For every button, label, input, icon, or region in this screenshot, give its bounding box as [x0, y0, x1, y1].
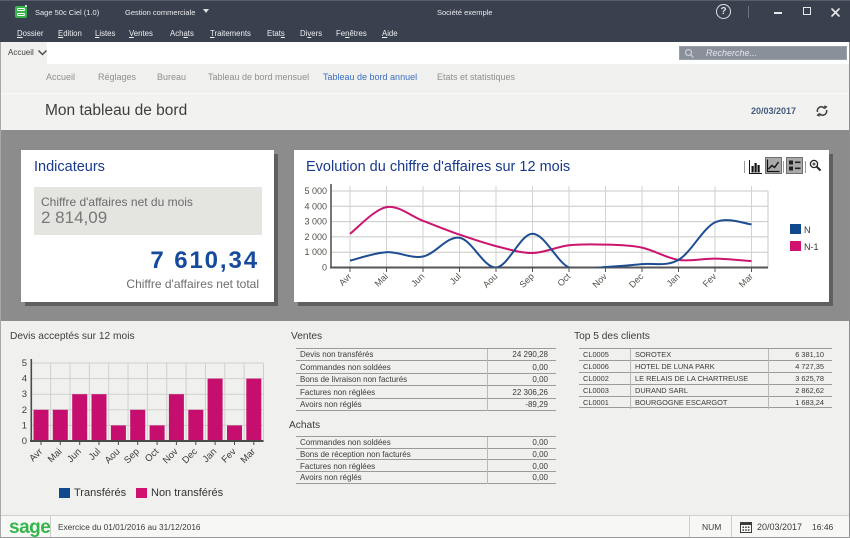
svg-text:4 000: 4 000: [304, 201, 327, 211]
svg-text:Jan: Jan: [665, 271, 682, 288]
svg-text:4: 4: [22, 374, 27, 385]
svg-text:Mai: Mai: [373, 271, 390, 288]
svg-text:Dec: Dec: [627, 271, 646, 290]
svg-text:Mar: Mar: [239, 446, 258, 465]
svg-text:Jan: Jan: [201, 446, 220, 465]
svg-text:Jun: Jun: [409, 271, 426, 288]
svg-text:Fev: Fev: [220, 446, 239, 465]
svg-text:Sep: Sep: [122, 446, 142, 466]
svg-text:Mar: Mar: [737, 271, 755, 289]
svg-text:Jun: Jun: [65, 446, 84, 465]
svg-text:0: 0: [22, 436, 27, 447]
svg-text:Fev: Fev: [701, 271, 719, 289]
svg-text:Aou: Aou: [481, 271, 499, 289]
svg-text:Nov: Nov: [161, 446, 181, 466]
svg-text:Nov: Nov: [591, 271, 610, 290]
svg-text:Jul: Jul: [448, 271, 463, 286]
svg-text:Mai: Mai: [46, 446, 65, 465]
svg-text:Aou: Aou: [103, 446, 123, 466]
svg-text:1: 1: [22, 420, 27, 431]
svg-text:Avr: Avr: [27, 446, 45, 464]
svg-text:0: 0: [322, 263, 327, 273]
svg-text:3 000: 3 000: [304, 217, 327, 227]
svg-text:N-1: N-1: [804, 242, 819, 252]
svg-text:N: N: [804, 225, 811, 235]
svg-text:1 000: 1 000: [304, 247, 327, 257]
svg-text:Jul: Jul: [87, 446, 103, 462]
svg-text:Oct: Oct: [143, 446, 161, 464]
svg-text:2 000: 2 000: [304, 232, 327, 242]
svg-text:2: 2: [22, 405, 27, 416]
svg-text:5: 5: [22, 358, 27, 369]
svg-text:Dec: Dec: [180, 446, 200, 466]
svg-text:Sep: Sep: [518, 271, 536, 289]
svg-text:Avr: Avr: [337, 271, 354, 288]
svg-text:5 000: 5 000: [304, 186, 327, 196]
svg-text:Oct: Oct: [555, 271, 572, 288]
svg-text:3: 3: [22, 389, 27, 400]
